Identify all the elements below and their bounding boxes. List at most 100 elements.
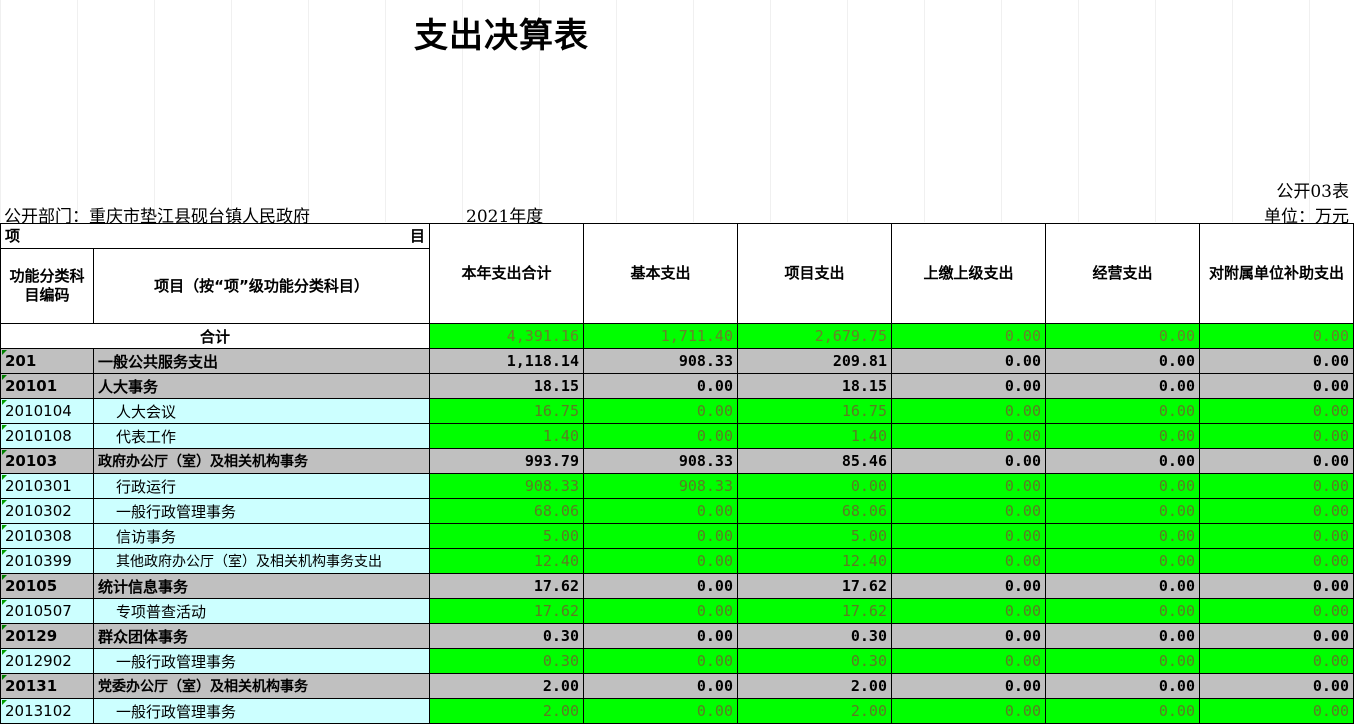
row-value-cell[interactable]: 0.00 [583, 623, 738, 649]
table-row[interactable]: 2010108 代表工作 1.40 0.00 1.40 0.00 0.00 0.00 [0, 423, 1354, 449]
table-row[interactable]: 2010104 人大会议 16.75 0.00 16.75 0.00 0.00 0.00 [0, 398, 1354, 424]
table-row[interactable]: 2010308 信访事务 5.00 0.00 5.00 0.00 0.00 0.00 [0, 523, 1354, 549]
item-header[interactable]: 项 目 [0, 223, 430, 249]
row-value-cell[interactable]: 17.62 [737, 598, 892, 624]
total-row[interactable]: 合计 4,391.16 1,711.40 2,679.75 0.00 0.00 … [0, 323, 1354, 349]
table-row[interactable]: 2010399 其他政府办公厅（室）及相关机构事务支出 12.40 0.00 12.40… [0, 548, 1354, 574]
table-row[interactable]: 20103 政府办公厅（室）及相关机构事务 993.79 908.33 85.46 0.0… [0, 448, 1354, 474]
col-project-header[interactable]: 项目支出 [737, 223, 892, 324]
row-name-cell[interactable]: 一般公共服务支出 [93, 348, 430, 374]
row-value-cell[interactable]: 0.00 [891, 373, 1046, 399]
row-value-cell[interactable]: 993.79 [429, 448, 584, 474]
row-value-cell[interactable]: 0.00 [583, 373, 738, 399]
row-name-cell[interactable]: 统计信息事务 [93, 573, 430, 599]
row-value-cell[interactable]: 18.15 [429, 373, 584, 399]
row-value-cell[interactable]: 68.06 [429, 498, 584, 524]
table-row[interactable]: 2010302 一般行政管理事务 68.06 0.00 68.06 0.00 0.00 0.0… [0, 498, 1354, 524]
col-basic-header[interactable]: 基本支出 [583, 223, 738, 324]
row-code-cell[interactable]: 2013102 [0, 698, 94, 724]
row-value-cell[interactable]: 0.00 [583, 548, 738, 574]
row-name-cell[interactable]: 群众团体事务 [93, 623, 430, 649]
row-value-cell[interactable]: 0.00 [1045, 548, 1200, 574]
row-value-cell[interactable]: 908.33 [583, 348, 738, 374]
row-value-cell[interactable]: 0.00 [891, 573, 1046, 599]
table-row[interactable]: 20105 统计信息事务 17.62 0.00 17.62 0.00 0.00 0.00 [0, 573, 1354, 599]
row-value-cell[interactable]: 68.06 [737, 498, 892, 524]
row-name-cell[interactable]: 信访事务 [93, 523, 430, 549]
total-label[interactable]: 合计 [0, 323, 430, 349]
row-value-cell[interactable]: 1,118.14 [429, 348, 584, 374]
row-value-cell[interactable]: 2.00 [429, 673, 584, 699]
row-value-cell[interactable]: 0.00 [1199, 473, 1354, 499]
row-value-cell[interactable]: 0.00 [1045, 348, 1200, 374]
row-value-cell[interactable]: 0.00 [1045, 398, 1200, 424]
table-row[interactable]: 201 一般公共服务支出 1,118.14 908.33 209.81 0.00 0.00 0… [0, 348, 1354, 374]
row-value-cell[interactable]: 0.00 [891, 648, 1046, 674]
col-remit-header[interactable]: 上缴上级支出 [891, 223, 1046, 324]
row-value-cell[interactable]: 0.30 [737, 648, 892, 674]
row-name-cell[interactable]: 一般行政管理事务 [93, 498, 430, 524]
row-name-cell[interactable]: 专项普查活动 [93, 598, 430, 624]
row-value-cell[interactable]: 908.33 [429, 473, 584, 499]
row-value-cell[interactable]: 908.33 [583, 473, 738, 499]
row-value-cell[interactable]: 17.62 [429, 573, 584, 599]
row-value-cell[interactable]: 17.62 [429, 598, 584, 624]
col-total-header[interactable]: 本年支出合计 [429, 223, 584, 324]
row-value-cell[interactable]: 209.81 [737, 348, 892, 374]
row-value-cell[interactable]: 0.00 [1045, 573, 1200, 599]
row-value-cell[interactable]: 0.00 [1045, 698, 1200, 724]
row-value-cell[interactable]: 0.00 [1199, 373, 1354, 399]
row-name-cell[interactable]: 人大会议 [93, 398, 430, 424]
row-value-cell[interactable]: 0.00 [583, 673, 738, 699]
row-value-cell[interactable]: 0.00 [891, 598, 1046, 624]
row-name-cell[interactable]: 一般行政管理事务 [93, 648, 430, 674]
row-value-cell[interactable]: 0.00 [1199, 348, 1354, 374]
name-header[interactable]: 项目（按“项”级功能分类科目） [93, 248, 430, 324]
row-value-cell[interactable]: 0.00 [891, 423, 1046, 449]
row-value-cell[interactable]: 0.00 [583, 498, 738, 524]
row-value-cell[interactable]: 0.00 [1045, 423, 1200, 449]
table-row[interactable]: 20129 群众团体事务 0.30 0.00 0.30 0.00 0.00 0.00 [0, 623, 1354, 649]
row-value-cell[interactable]: 0.00 [891, 348, 1046, 374]
row-code-cell[interactable]: 2010302 [0, 498, 94, 524]
col-subsidy-header[interactable]: 对附属单位补助支出 [1199, 223, 1354, 324]
row-value-cell[interactable]: 0.30 [429, 623, 584, 649]
row-value-cell[interactable]: 0.00 [583, 423, 738, 449]
row-value-cell[interactable]: 0.00 [1045, 673, 1200, 699]
row-value-cell[interactable]: 18.15 [737, 373, 892, 399]
row-value-cell[interactable]: 1.40 [737, 423, 892, 449]
row-value-cell[interactable]: 0.00 [583, 523, 738, 549]
row-value-cell[interactable]: 0.00 [891, 498, 1046, 524]
row-value-cell[interactable]: 0.00 [891, 673, 1046, 699]
row-value-cell[interactable]: 0.00 [1199, 648, 1354, 674]
row-code-cell[interactable]: 20105 [0, 573, 94, 599]
row-code-cell[interactable]: 2012902 [0, 648, 94, 674]
row-value-cell[interactable]: 0.00 [1199, 673, 1354, 699]
row-value-cell[interactable]: 0.00 [891, 398, 1046, 424]
row-value-cell[interactable]: 0.30 [429, 648, 584, 674]
row-code-cell[interactable]: 2010507 [0, 598, 94, 624]
row-value-cell[interactable]: 0.00 [1045, 598, 1200, 624]
row-value-cell[interactable]: 0.00 [1199, 698, 1354, 724]
row-code-cell[interactable]: 20101 [0, 373, 94, 399]
row-value-cell[interactable]: 16.75 [429, 398, 584, 424]
row-value-cell[interactable]: 0.00 [1199, 448, 1354, 474]
row-value-cell[interactable]: 0.00 [583, 573, 738, 599]
row-value-cell[interactable]: 0.00 [1045, 523, 1200, 549]
row-value-cell[interactable]: 0.00 [1045, 448, 1200, 474]
total-value[interactable]: 2,679.75 [737, 323, 892, 349]
row-value-cell[interactable]: 1.40 [429, 423, 584, 449]
total-value[interactable]: 0.00 [1045, 323, 1200, 349]
row-code-cell[interactable]: 20129 [0, 623, 94, 649]
row-name-cell[interactable]: 人大事务 [93, 373, 430, 399]
row-value-cell[interactable]: 12.40 [429, 548, 584, 574]
row-code-cell[interactable]: 20131 [0, 673, 94, 699]
row-value-cell[interactable]: 0.00 [1199, 523, 1354, 549]
row-value-cell[interactable]: 0.00 [891, 473, 1046, 499]
row-code-cell[interactable]: 2010308 [0, 523, 94, 549]
row-code-cell[interactable]: 201 [0, 348, 94, 374]
row-value-cell[interactable]: 0.00 [1199, 548, 1354, 574]
row-value-cell[interactable]: 2.00 [737, 698, 892, 724]
row-code-cell[interactable]: 2010104 [0, 398, 94, 424]
row-value-cell[interactable]: 0.00 [1199, 498, 1354, 524]
